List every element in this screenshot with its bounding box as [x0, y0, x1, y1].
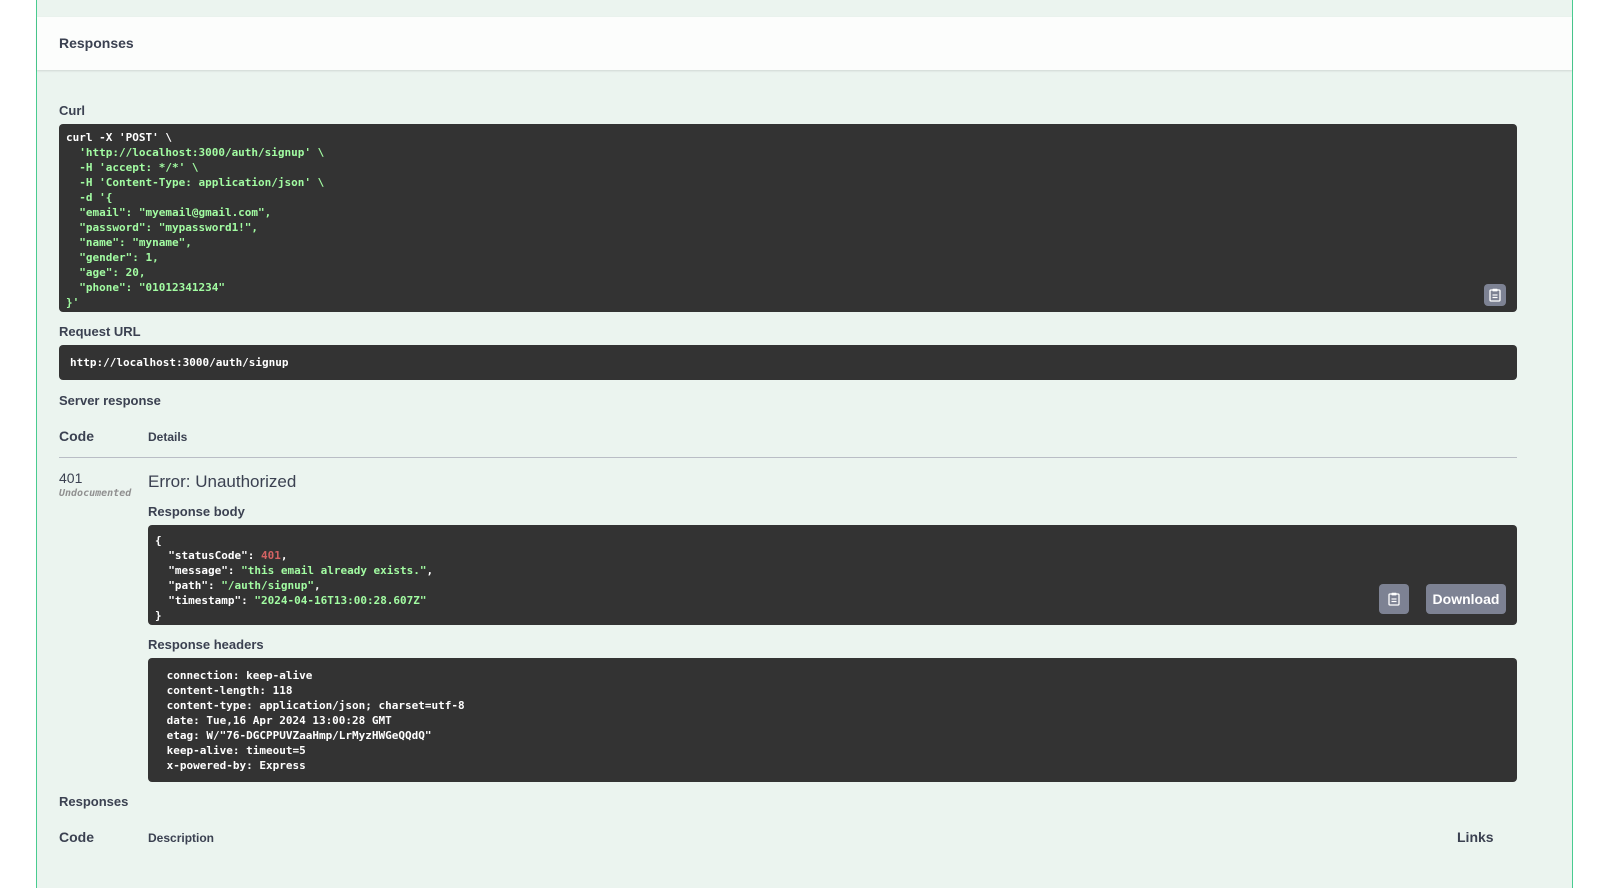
curl-line: "phone": "01012341234" [79, 281, 225, 294]
response-body-label: Response body [148, 504, 245, 519]
responses-header-title: Responses [59, 35, 134, 51]
curl-code-block[interactable]: curl -X 'POST' \ 'http://localhost:3000/… [59, 124, 1517, 312]
responses-links-header: Links [1457, 829, 1494, 845]
response-error-title: Error: Unauthorized [148, 472, 297, 491]
curl-line: "age": 20, [79, 266, 146, 279]
response-header-line: etag: W/"76-DGCPPUVZaaHmp/LrMyzHWGeQQdQ" [166, 729, 432, 742]
response-header-line: keep-alive: timeout=5 [166, 744, 306, 757]
curl-line: "password": "mypassword1!", [79, 221, 259, 234]
response-headers-block[interactable]: connection: keep-alive content-length: 1… [148, 658, 1517, 782]
curl-line: -H 'Content-Type: application/json' \ [79, 176, 325, 189]
response-headers-text: connection: keep-alive content-length: 1… [160, 668, 1505, 773]
responses-section-header: Responses [37, 17, 1572, 70]
undocumented-badge: Undocumented [59, 488, 132, 499]
response-header-line: connection: keep-alive [166, 669, 313, 682]
server-response-code-header: Code [59, 428, 94, 444]
request-url-label: Request URL [59, 324, 141, 339]
curl-line: curl -X 'POST' \ [66, 131, 172, 144]
response-header-line: x-powered-by: Express [160, 759, 313, 772]
curl-line: "gender": 1, [79, 251, 159, 264]
server-response-details-header: Details [148, 430, 188, 444]
response-headers-label: Response headers [148, 637, 264, 652]
response-header-line: date: Tue,16 Apr 2024 13:00:28 GMT [166, 714, 392, 727]
curl-line: 'http://localhost:3000/auth/signup' \ [79, 146, 325, 159]
download-button[interactable]: Download [1426, 584, 1506, 614]
response-status-code: 401 [59, 470, 83, 486]
curl-line: -H 'accept: */*' \ [79, 161, 199, 174]
clipboard-copy-icon [1489, 288, 1501, 302]
curl-line: "name": "myname", [79, 236, 192, 249]
copy-curl-button[interactable] [1484, 284, 1506, 306]
response-header-line: content-length: 118 [166, 684, 293, 697]
responses-code-header: Code [59, 829, 94, 845]
curl-line: -d '{ [79, 191, 113, 204]
curl-command-text: curl -X 'POST' \ 'http://localhost:3000/… [66, 130, 1510, 310]
response-body-block[interactable]: { "statusCode": 401, "message": "this em… [148, 525, 1517, 625]
clipboard-copy-icon [1388, 592, 1400, 606]
response-body-json: { "statusCode": 401, "message": "this em… [155, 534, 434, 622]
responses-label: Responses [59, 794, 129, 809]
server-response-label: Server response [59, 393, 161, 408]
request-url-block[interactable]: http://localhost:3000/auth/signup [59, 345, 1517, 380]
table-divider [59, 457, 1517, 458]
copy-response-body-button[interactable] [1379, 584, 1409, 614]
operation-block-post: Responses Curl curl -X 'POST' \ 'http://… [36, 0, 1573, 888]
curl-line: "email": "myemail@gmail.com", [79, 206, 272, 219]
response-header-line: content-type: application/json; charset=… [166, 699, 465, 712]
curl-line: }' [66, 296, 80, 309]
responses-description-header: Description [148, 831, 215, 845]
request-url-value: http://localhost:3000/auth/signup [70, 356, 289, 369]
curl-label: Curl [59, 103, 85, 118]
